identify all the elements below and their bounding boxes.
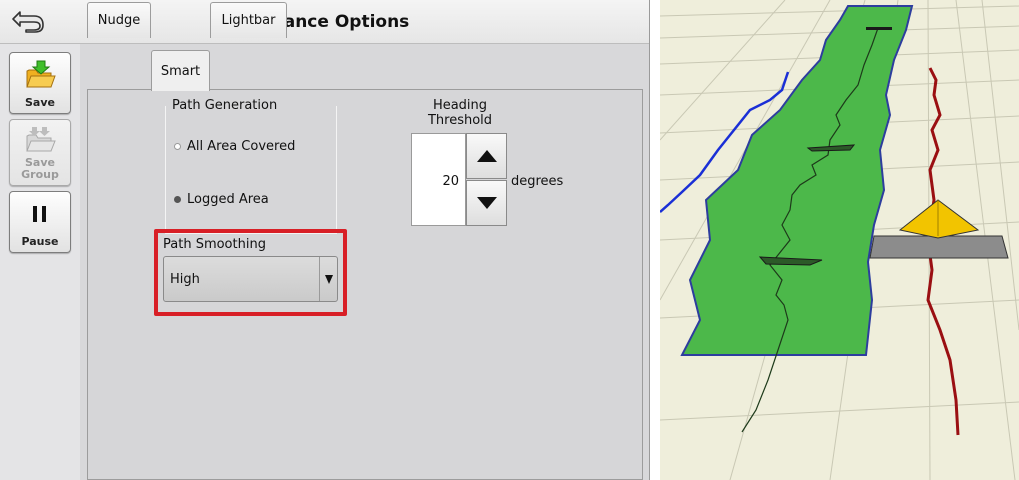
down-arrow-icon bbox=[476, 197, 497, 209]
heading-threshold-label-line2: Threshold bbox=[427, 113, 493, 128]
guidance-options-panel: Guidance Options Save Save Group Pause N… bbox=[0, 0, 650, 480]
path-generation-group bbox=[165, 106, 337, 234]
radio-all-area-covered-label: All Area Covered bbox=[187, 139, 296, 154]
tab-lightbar[interactable]: Lightbar bbox=[210, 2, 287, 38]
tab-lightbar-label: Lightbar bbox=[221, 13, 276, 28]
path-marker bbox=[866, 27, 892, 30]
path-generation-legend: Path Generation bbox=[170, 98, 280, 113]
decrement-button[interactable] bbox=[466, 180, 507, 226]
tab-nudge[interactable]: Nudge bbox=[87, 2, 151, 38]
heading-threshold-value: 20 bbox=[442, 174, 459, 189]
sidebar: Save Save Group Pause bbox=[0, 44, 80, 480]
heading-threshold-units: degrees bbox=[511, 174, 564, 189]
save-group-button[interactable]: Save Group bbox=[9, 119, 71, 186]
tab-nudge-label: Nudge bbox=[97, 13, 141, 28]
heading-threshold-label-line1: Heading bbox=[432, 98, 488, 113]
heading-threshold-field[interactable]: 20 bbox=[411, 133, 466, 226]
implement-bar bbox=[869, 235, 1009, 259]
up-arrow-icon bbox=[476, 150, 497, 162]
radio-all-area-covered[interactable]: All Area Covered bbox=[174, 139, 295, 154]
save-button[interactable]: Save bbox=[9, 52, 71, 114]
pause-button-label: Pause bbox=[21, 235, 59, 248]
heading-threshold-label: Heading Threshold bbox=[420, 98, 500, 128]
save-group-button-label: Save Group bbox=[21, 156, 59, 181]
radio-button-selected[interactable] bbox=[174, 196, 181, 203]
radio-button[interactable] bbox=[174, 143, 181, 150]
pause-button[interactable]: Pause bbox=[9, 191, 71, 253]
increment-button[interactable] bbox=[466, 133, 507, 179]
tab-smart[interactable]: Smart bbox=[151, 50, 210, 91]
highlight-box bbox=[154, 229, 347, 316]
radio-logged-area-label: Logged Area bbox=[187, 192, 269, 207]
save-folder-icon bbox=[23, 53, 57, 96]
radio-logged-area[interactable]: Logged Area bbox=[174, 192, 269, 207]
pause-icon bbox=[30, 192, 50, 235]
save-group-folder-icon bbox=[23, 120, 57, 157]
tab-smart-label: Smart bbox=[160, 63, 201, 79]
save-button-label: Save bbox=[25, 96, 55, 109]
guidance-3d-view bbox=[660, 0, 1019, 480]
